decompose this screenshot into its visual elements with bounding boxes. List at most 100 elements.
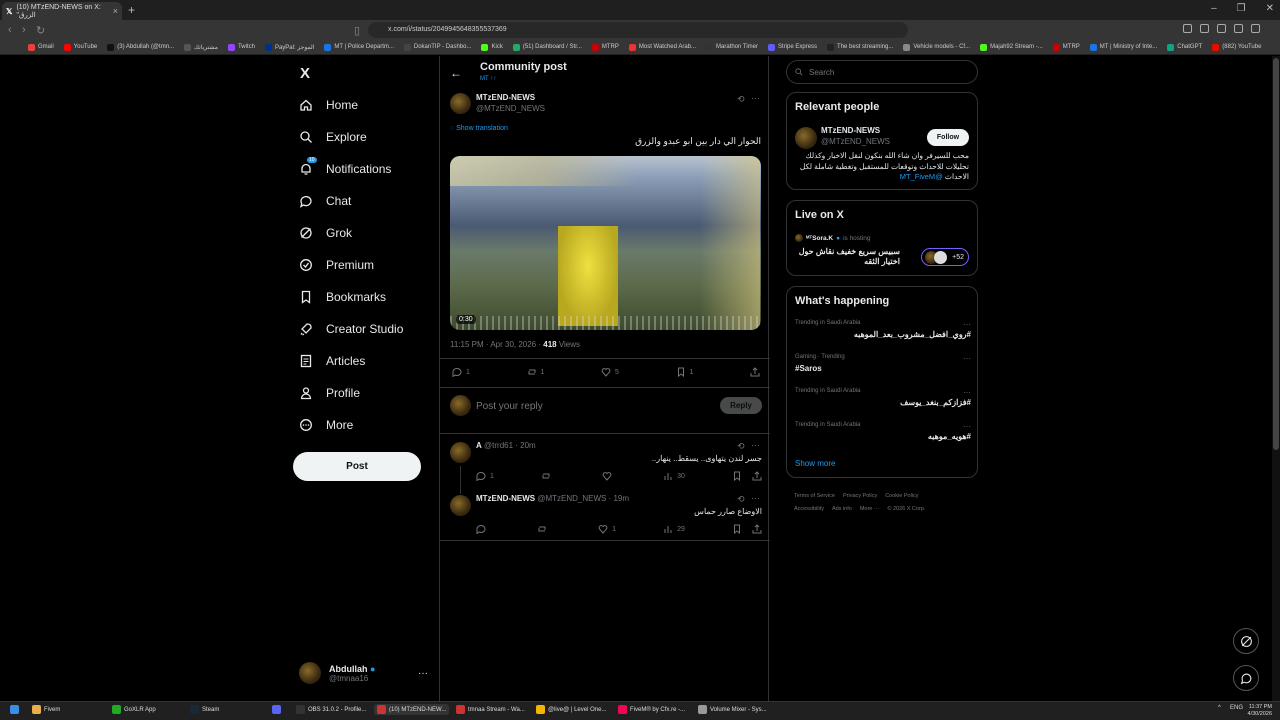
video-player[interactable]: 0:30 — [450, 156, 761, 330]
bookmark-item[interactable]: The best streaming... — [827, 43, 893, 51]
more-dots-icon[interactable]: ··· — [963, 388, 971, 397]
taskbar-app[interactable]: OBS 31.0.2 - Profile... — [296, 705, 366, 714]
more-dots-icon[interactable]: ··· — [418, 668, 428, 679]
repost-action[interactable] — [541, 471, 555, 481]
footer-link[interactable]: Terms of Service — [794, 493, 835, 499]
new-tab-icon[interactable]: + — [128, 3, 135, 17]
bookmark-item[interactable]: (3) Abdullah (@tmn... — [107, 43, 174, 51]
taskbar-app[interactable]: @live@ | Level One... — [536, 705, 606, 714]
more-dots-icon[interactable]: ··· — [751, 493, 760, 503]
share-icon[interactable] — [752, 524, 762, 534]
bookmark-item[interactable]: Vehicle models - Cf... — [903, 43, 970, 51]
sidebar-item-premium[interactable]: Premium — [299, 258, 374, 272]
reply-input[interactable] — [476, 399, 706, 413]
clock[interactable]: 11:37 PM 4/30/2026 — [1248, 704, 1272, 718]
taskbar-app[interactable]: Steam — [190, 705, 219, 714]
bookmark-item[interactable]: MT | Ministry of Inte... — [1089, 43, 1157, 51]
trend-item[interactable]: Trending in Saudi Arabia #فزازكم_بنغد_يوس… — [795, 388, 971, 407]
like-action[interactable] — [602, 471, 616, 481]
footer-link[interactable]: Accessibility — [794, 506, 824, 512]
share-action[interactable] — [750, 367, 760, 377]
more-dots-icon[interactable]: ··· — [963, 354, 971, 363]
post-author[interactable]: MTzEND-NEWS — [476, 93, 535, 102]
start-icon[interactable] — [10, 705, 19, 714]
bookmark-item[interactable]: MTRP — [1052, 43, 1080, 51]
bookmark-item[interactable]: Gmail — [28, 43, 54, 51]
grok-icon[interactable]: ⟲ — [737, 494, 745, 505]
grok-fab[interactable] — [1233, 628, 1259, 654]
community-name[interactable]: MT ↑↑ — [480, 76, 496, 82]
trend-item[interactable]: Trending in Saudi Arabia #هويه_موهبه ··· — [795, 422, 971, 441]
browser-tab[interactable]: 𝕏 (10) MTzEND-NEWS on X: "الزرق × — [2, 2, 122, 20]
bookmark-icon[interactable] — [732, 524, 742, 534]
taskbar-app[interactable]: GoXLR App — [112, 705, 156, 714]
sidebar-item-profile[interactable]: Profile — [299, 386, 360, 400]
search-input[interactable]: Search — [786, 60, 978, 84]
sidebar-item-explore[interactable]: Explore — [299, 130, 367, 144]
close-tab-icon[interactable]: × — [113, 6, 118, 16]
reply-item[interactable]: MTzEND-NEWS @MTzEND_NEWS · 19m ⟲ ··· الاوضا… — [440, 493, 770, 541]
relevant-handle[interactable]: @MTzEND_NEWS — [821, 137, 890, 146]
bookmark-item[interactable]: MT | Police Departm... — [324, 43, 394, 51]
more-dots-icon[interactable]: ··· — [751, 440, 760, 450]
reload-icon[interactable]: ↻ — [36, 24, 45, 37]
like-action[interactable]: 5 — [601, 367, 619, 377]
bio-mention[interactable]: @MT_FiveM — [900, 172, 943, 181]
x-logo[interactable]: X — [300, 65, 310, 82]
views-action[interactable]: 30 — [663, 471, 685, 481]
more-dots-icon[interactable]: ··· — [751, 93, 760, 103]
bookmark-item[interactable]: Kick — [481, 43, 503, 51]
bookmark-item[interactable]: DokanTIP - Dashbo... — [403, 43, 471, 51]
taskbar-app[interactable] — [272, 705, 284, 714]
sidebar-item-bookmarks[interactable]: Bookmarks — [299, 290, 386, 304]
menu-icon[interactable] — [1251, 24, 1260, 33]
footer-link[interactable]: Privacy Policy — [843, 493, 877, 499]
reply-action[interactable]: 1 — [452, 367, 470, 377]
grok-icon[interactable]: ⟲ — [737, 94, 745, 105]
maximize-icon[interactable]: ❐ — [1237, 3, 1246, 14]
views-action[interactable]: 29 — [663, 524, 685, 534]
back-arrow-icon[interactable]: ← — [450, 66, 462, 80]
language-indicator[interactable]: ENG — [1230, 705, 1243, 711]
repost-action[interactable]: 1 — [527, 367, 544, 377]
trend-item[interactable]: Gaming · Trending #Saros ··· — [795, 354, 971, 373]
reply-author[interactable]: A — [476, 441, 482, 450]
sidebar-icon[interactable] — [1217, 24, 1226, 33]
sidebar-item-grok[interactable]: Grok — [299, 226, 352, 240]
avatar[interactable] — [450, 495, 471, 516]
scrollbar[interactable] — [1272, 56, 1280, 701]
wallet-icon[interactable] — [1234, 24, 1243, 33]
sidebar-item-home[interactable]: Home — [299, 98, 358, 112]
follow-button[interactable]: Follow — [927, 129, 969, 146]
repost-action[interactable] — [537, 524, 551, 534]
sidebar-item-articles[interactable]: Articles — [299, 354, 365, 368]
bookmark-item[interactable]: YouTube — [63, 43, 97, 51]
relevant-name[interactable]: MTzEND-NEWS — [821, 126, 880, 135]
more-dots-icon[interactable]: ··· — [963, 422, 971, 431]
like-action[interactable]: 1 — [598, 524, 616, 534]
taskbar-app[interactable]: Volume Mixer - Sys... — [698, 705, 767, 714]
bookmark-action[interactable]: 1 — [676, 367, 693, 377]
author-avatar[interactable] — [450, 93, 471, 114]
messages-fab[interactable] — [1233, 665, 1259, 691]
close-window-icon[interactable]: ✕ — [1266, 3, 1274, 14]
bookmark-item[interactable]: Twitch — [227, 43, 255, 51]
bookmark-item[interactable]: مشترياتك — [184, 43, 218, 51]
extension-icon[interactable] — [1200, 24, 1209, 33]
bookmark-page-icon[interactable]: ▯ — [354, 24, 360, 37]
reply-action[interactable]: 1 — [476, 471, 494, 481]
reply-action[interactable] — [476, 524, 490, 534]
sidebar-item-notifications[interactable]: 10 Notifications — [299, 157, 391, 176]
more-dots-icon[interactable]: ··· — [963, 320, 971, 329]
space-title[interactable]: سبيس سريع خفيف نقاش حول اختيار الثقه — [795, 247, 900, 267]
minimize-icon[interactable]: – — [1211, 3, 1217, 14]
bookmark-icon[interactable] — [732, 471, 742, 481]
trend-item[interactable]: Trending in Saudi Arabia #روي_افضل_مشروب_… — [795, 320, 971, 339]
forward-icon[interactable]: › — [22, 24, 26, 36]
bookmark-item[interactable]: MTRP — [591, 43, 619, 51]
bookmark-item[interactable]: (882) YouTube — [1212, 43, 1261, 51]
bookmark-item[interactable]: (51) Dashboard / Str... — [512, 43, 582, 51]
url-field[interactable]: x.com/i/status/2049945648355537369 — [368, 22, 908, 38]
bookmark-item[interactable]: ChatGPT — [1167, 43, 1202, 51]
bookmark-item[interactable]: Marathon Timer — [706, 43, 758, 51]
